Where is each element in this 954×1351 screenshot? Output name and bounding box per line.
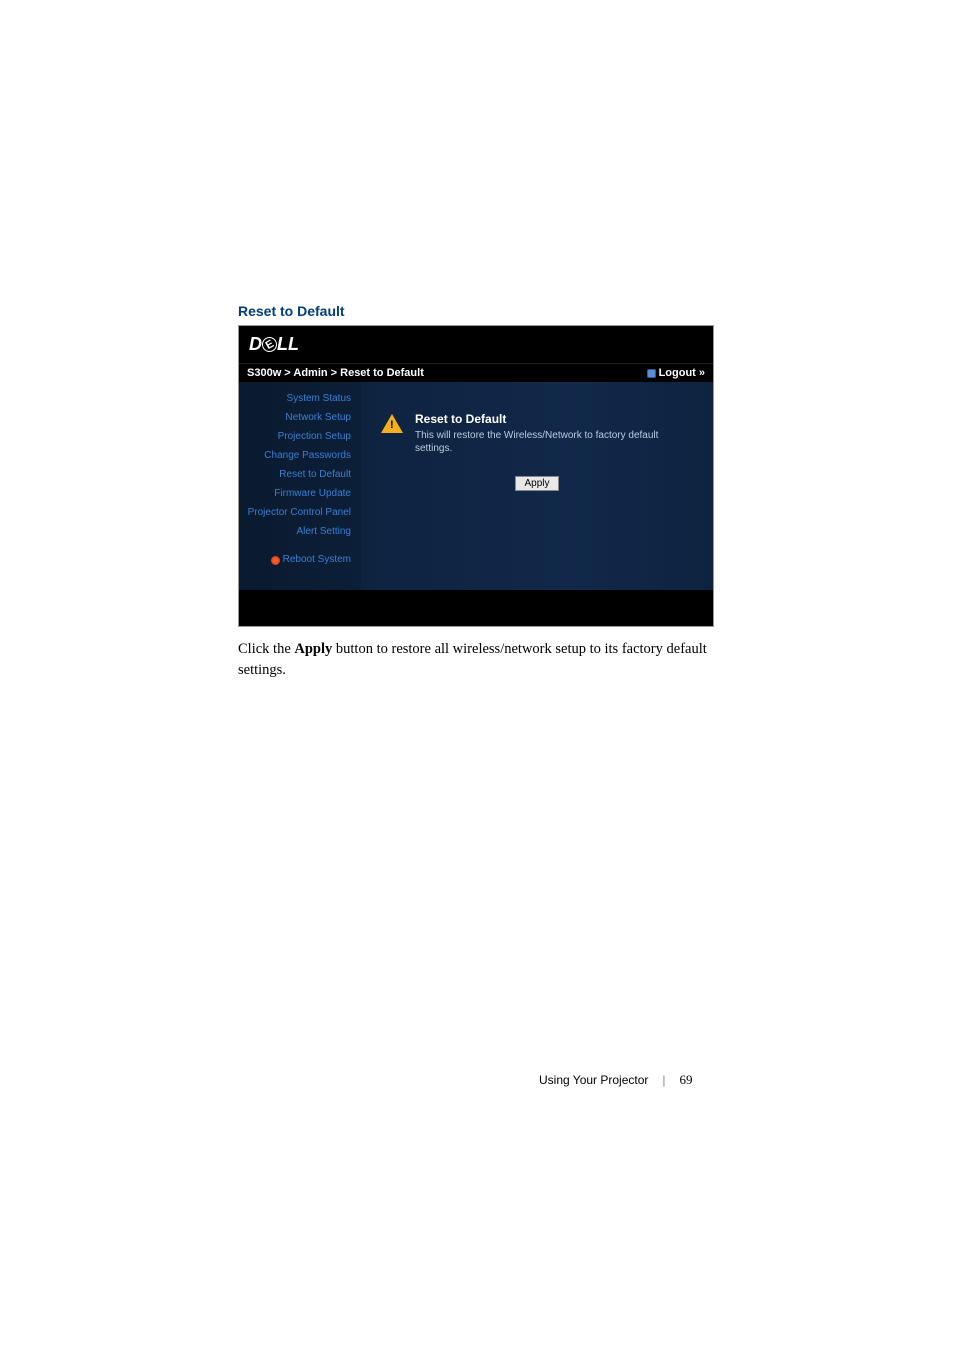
main-title: Reset to Default	[415, 412, 693, 426]
instruction-bold: Apply	[294, 641, 332, 657]
screenshot-body: System Status Network Setup Projection S…	[239, 382, 713, 590]
sidebar-item-projection-setup[interactable]: Projection Setup	[274, 428, 355, 446]
sidebar-item-network-setup[interactable]: Network Setup	[281, 409, 355, 427]
page-footer: Using Your Projector | 69	[539, 1072, 693, 1088]
apply-button[interactable]: Apply	[515, 476, 558, 491]
sidebar-item-projector-control-panel[interactable]: Projector Control Panel	[244, 504, 355, 522]
sidebar-spacer	[347, 542, 355, 550]
sidebar-item-alert-setting[interactable]: Alert Setting	[293, 523, 355, 541]
main-panel: ! Reset to Default This will restore the…	[361, 382, 713, 590]
logout-link[interactable]: Logout »	[647, 367, 705, 379]
logo-ll: LL	[277, 334, 299, 355]
screenshot-container: D E LL S300w > Admin > Reset to Default …	[238, 325, 714, 627]
instruction-text: Click the Apply button to restore all wi…	[238, 639, 714, 681]
reboot-label: Reboot System	[283, 553, 351, 567]
logout-icon	[647, 369, 656, 378]
main-description: This will restore the Wireless/Network t…	[415, 429, 693, 455]
sidebar-item-reset-to-default[interactable]: Reset to Default	[275, 466, 355, 484]
footer-label: Using Your Projector	[539, 1073, 648, 1087]
dell-logo: D E LL	[249, 334, 703, 355]
screenshot-topbar: S300w > Admin > Reset to Default Logout …	[239, 363, 713, 382]
logout-label: Logout »	[659, 367, 705, 379]
breadcrumb: S300w > Admin > Reset to Default	[247, 367, 424, 379]
sidebar-item-change-passwords[interactable]: Change Passwords	[260, 447, 355, 465]
sidebar-item-firmware-update[interactable]: Firmware Update	[270, 485, 355, 503]
screenshot-header: D E LL	[239, 326, 713, 363]
sidebar: System Status Network Setup Projection S…	[239, 382, 361, 590]
logo-d: D	[249, 334, 262, 355]
page-number: 69	[680, 1072, 693, 1088]
sidebar-item-reboot-system[interactable]: Reboot System	[267, 551, 355, 569]
reboot-icon	[271, 556, 280, 565]
footer-divider: |	[662, 1073, 665, 1087]
instruction-prefix: Click the	[238, 641, 294, 657]
sidebar-item-system-status[interactable]: System Status	[283, 390, 355, 408]
section-heading: Reset to Default	[238, 303, 714, 319]
warning-icon: !	[381, 414, 403, 434]
screenshot-footer	[239, 590, 713, 626]
